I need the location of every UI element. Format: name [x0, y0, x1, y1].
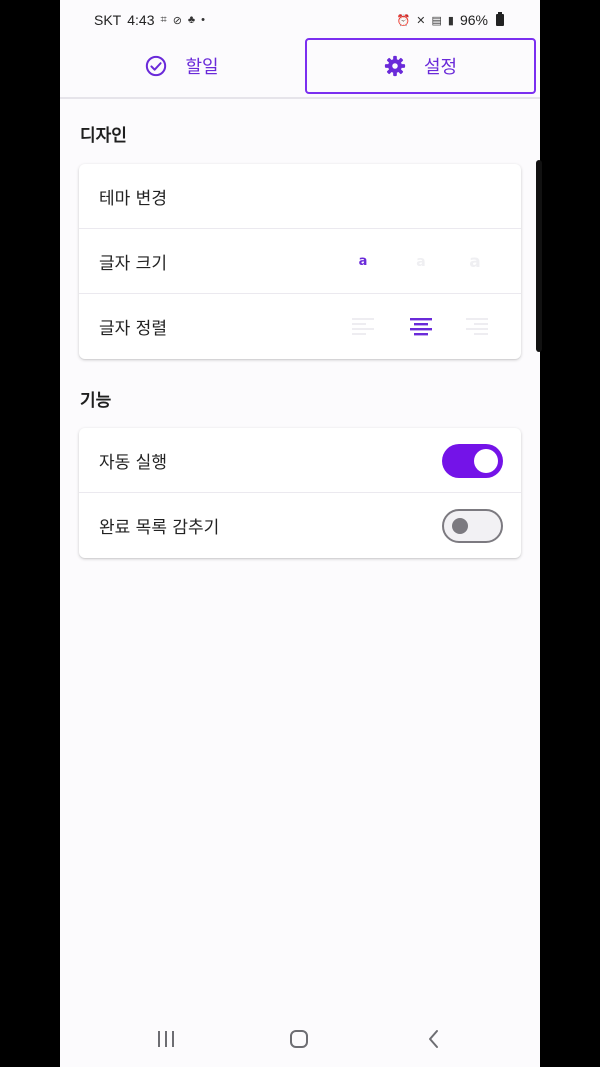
font-size-label: 글자 크기 [99, 253, 167, 274]
mute-icon: ✕ [416, 14, 426, 27]
autostart-toggle[interactable] [442, 444, 503, 478]
toggle-knob [474, 449, 498, 473]
hide-done-label: 완료 목록 감추기 [99, 518, 220, 538]
back-button[interactable] [414, 1026, 454, 1052]
home-icon [290, 1030, 308, 1048]
edge-panel-handle[interactable] [536, 160, 542, 352]
hide-done-toggle[interactable] [442, 509, 503, 543]
font-size-small-option[interactable]: a [341, 229, 385, 294]
font-size-row: 글자 크기 a a a [79, 229, 521, 294]
align-right-option[interactable] [455, 294, 499, 359]
check-circle-icon [146, 55, 167, 77]
tab-settings[interactable]: 설정 [305, 38, 536, 94]
align-right-icon [466, 317, 488, 335]
align-center-icon [410, 317, 432, 335]
theme-row[interactable]: 테마 변경 [79, 164, 521, 229]
align-left-icon [352, 317, 374, 335]
toggle-knob [452, 518, 468, 534]
autostart-row: 자동 실행 [79, 428, 521, 493]
align-left-option[interactable] [341, 294, 385, 359]
back-icon [429, 1030, 438, 1048]
font-align-row: 글자 정렬 [79, 294, 521, 359]
autostart-label: 자동 실행 [99, 452, 167, 473]
hide-done-row: 완료 목록 감추기 [79, 493, 521, 558]
gear-icon [384, 55, 406, 77]
app-screen: SKT 4:43 ⌗ ⊘ ♣ • ⏰ ✕ ▤ ▮ 96% 할일 설정 디자인 테… [60, 0, 540, 1067]
recent-apps-button[interactable] [146, 1026, 186, 1052]
font-size-medium-option[interactable]: a [399, 229, 443, 294]
tab-todo-label: 할일 [185, 57, 219, 78]
tab-bar: 할일 설정 [60, 38, 540, 96]
battery-icon [496, 12, 504, 26]
tab-settings-label: 설정 [423, 57, 458, 78]
network-icon: ▤ [431, 14, 442, 27]
notification-icon: ♣ [187, 14, 196, 26]
tab-divider [60, 97, 540, 99]
font-size-medium-glyph: a [416, 253, 426, 270]
font-size-large-glyph: a [469, 251, 481, 272]
align-center-option[interactable] [399, 294, 443, 359]
system-nav-bar [60, 1010, 540, 1067]
tab-todo[interactable]: 할일 [60, 38, 304, 94]
font-align-label: 글자 정렬 [99, 319, 167, 339]
font-size-large-option[interactable]: a [453, 229, 497, 294]
carrier-label: SKT [94, 12, 122, 28]
status-right: ⏰ ✕ ▤ ▮ 96% [397, 12, 504, 28]
font-size-small-glyph: a [358, 254, 368, 269]
home-button[interactable] [279, 1026, 319, 1052]
status-bar: SKT 4:43 ⌗ ⊘ ♣ • ⏰ ✕ ▤ ▮ 96% [60, 0, 540, 40]
section-title-features: 기능 [80, 391, 112, 411]
screenshot-icon: ⌗ [160, 13, 167, 26]
clock: 4:43 [127, 12, 155, 28]
status-left: SKT 4:43 ⌗ ⊘ ♣ • [94, 12, 205, 28]
recent-apps-icon [158, 1031, 174, 1047]
theme-label: 테마 변경 [99, 188, 167, 209]
features-card: 자동 실행 완료 목록 감추기 [79, 428, 521, 558]
signal-icon: ▮ [447, 14, 454, 27]
section-title-design: 디자인 [80, 126, 127, 146]
alarm-icon: ⏰ [396, 14, 411, 27]
dnd-icon: ⊘ [172, 14, 182, 27]
more-dot-icon: • [201, 14, 205, 26]
battery-percent: 96% [459, 12, 488, 28]
design-card: 테마 변경 글자 크기 a a a 글자 정렬 [79, 164, 521, 359]
